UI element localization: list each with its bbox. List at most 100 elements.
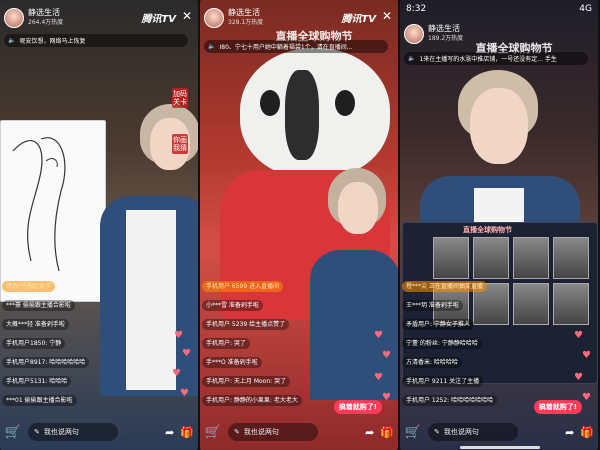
host-face — [338, 182, 378, 234]
livestream-screen-2: 直播全球购物节 静选生活 328.1万热度 腾讯TV ✕ 🔈 I80、宁七十用户… — [200, 0, 398, 450]
game-side-label: 加码关卡 — [172, 88, 188, 108]
comment-item: 手机用户: 静静的小果果: 老大老大 — [202, 395, 302, 406]
photo-cell — [553, 237, 589, 279]
channel-heat: 264.4万热度 — [28, 19, 64, 26]
system-notice: 🔈 1来在主播写的水涨中推店铺，一号还没有定... 手生 — [404, 52, 588, 65]
comment-item: 手机用户: 天上月 Moon: 哭了 — [202, 376, 291, 387]
comment-item: 手机用户 5239 给主播点赞了 — [202, 319, 290, 330]
brand-logo: 腾讯TV — [141, 14, 176, 25]
channel-heat: 189.2万热度 — [428, 35, 464, 42]
floating-hearts: ♥ ♥ ♥ ♥ — [570, 324, 596, 414]
close-icon[interactable]: ✕ — [382, 9, 392, 23]
status-time: 8:32 — [406, 4, 427, 14]
photo-cell — [473, 237, 509, 279]
heart-icon: ♥ — [180, 388, 189, 399]
system-notice: 🔈 I80、宁七十用户她中躺着福袋1个，请在直播间... — [204, 40, 388, 53]
three-livestream-screens: 加码关卡 你画我猜 静选生活 264.4万热度 腾讯TV ✕ 🔈 呢安饮想，网络… — [0, 0, 600, 450]
heart-icon: ♥ — [374, 330, 383, 341]
host-face — [470, 88, 528, 164]
livestream-screen-3: 8:32 4G 直播全球购物节 直播全球购物节 静选生活 189.2万热度 🔈 … — [400, 0, 598, 450]
drawing-board — [0, 120, 106, 302]
comment-item: 手机用户1850: 宁静 — [2, 338, 66, 349]
comment-item: ***01 偷偷跟主播合影啦 — [2, 395, 77, 406]
cart-icon[interactable]: 🛒 — [404, 423, 422, 441]
close-icon[interactable]: ✕ — [182, 9, 192, 23]
share-icon[interactable]: ➦ — [365, 426, 374, 439]
comment-item: 手机用户 1252: 哈哈哈哈哈哈哈 — [402, 395, 498, 406]
heart-icon: ♥ — [182, 348, 191, 359]
livestream-screen-1: 加码关卡 你画我猜 静选生活 264.4万热度 腾讯TV ✕ 🔈 呢安饮想，网络… — [0, 0, 198, 450]
heart-icon: ♥ — [574, 372, 583, 383]
gift-icon[interactable]: 🎁 — [380, 426, 394, 439]
comment-item: 小***雪 准备剁手啦 — [202, 300, 263, 311]
comment-item: 橙***尖 正在直播间抽奖直播 — [402, 281, 487, 292]
comment-input[interactable]: ✎ 我也说两句 — [428, 423, 518, 441]
comment-item: 手机用户5131: 哈哈哈 — [2, 376, 72, 387]
comment-item: 手机用户: 哭了 — [202, 338, 250, 349]
speaker-icon: 🔈 — [208, 43, 216, 50]
comment-list: 橙***尖 正在直播间抽奖直播 王***玥 准备剁手啦 矛盾用户: 宁静女子推人… — [402, 277, 522, 410]
photo-cell — [553, 283, 589, 325]
heart-icon: ♥ — [582, 392, 591, 403]
pen-icon: ✎ — [234, 428, 240, 436]
floating-hearts: ♥ ♥ ♥ ♥ — [370, 324, 396, 414]
channel-heat: 328.1万热度 — [228, 19, 264, 26]
host-shirt — [126, 210, 176, 390]
channel-avatar[interactable] — [204, 8, 224, 28]
share-icon[interactable]: ➦ — [565, 426, 574, 439]
bottom-action-bar: 🛒 ✎ 我也说两句 ➦ 🎁 — [0, 420, 198, 444]
channel-header[interactable]: 静选生活 328.1万热度 腾讯TV ✕ — [204, 6, 394, 30]
comment-input[interactable]: ✎ 我也说两句 — [228, 423, 318, 441]
status-signal: 4G — [579, 4, 592, 14]
comment-list: 请选*不想起名字 ***豪 偷偷跟主播合影啦 大概***轻 准备剁手啦 手机用户… — [2, 277, 122, 410]
floating-hearts: ♥ ♥ ♥ ♥ — [170, 324, 196, 414]
channel-avatar[interactable] — [404, 24, 424, 44]
heart-icon: ♥ — [172, 368, 181, 379]
koala-mascot-eye — [335, 90, 355, 116]
cart-icon[interactable]: 🛒 — [4, 423, 22, 441]
channel-header[interactable]: 静选生活 189.2万热度 — [404, 22, 594, 46]
game-side-label-2: 你画我猜 — [172, 134, 188, 154]
speaker-icon: 🔈 — [408, 55, 416, 62]
koala-mascot-eye — [260, 90, 280, 116]
system-notice: 🔈 呢安饮想，网络马上恢复 — [4, 34, 188, 47]
channel-name: 静选生活 — [428, 24, 460, 33]
home-indicator[interactable] — [460, 446, 540, 449]
share-icon[interactable]: ➦ — [165, 426, 174, 439]
comment-item: 手机用户 9211 关注了主播 — [402, 376, 484, 387]
heart-icon: ♥ — [374, 372, 383, 383]
comment-item: 手机用户8917: 哈哈哈哈哈哈 — [2, 357, 90, 368]
heart-icon: ♥ — [382, 350, 391, 361]
comment-input[interactable]: ✎ 我也说两句 — [28, 423, 118, 441]
comment-item: 手***O 准备剁手啦 — [202, 357, 262, 368]
photo-cell — [433, 237, 469, 279]
pen-icon: ✎ — [34, 428, 40, 436]
bottom-action-bar: 🛒 ✎ 我也说两句 ➦ 🎁 — [200, 420, 398, 444]
comment-item: 方清香米: 哈哈哈哈 — [402, 357, 462, 368]
comment-item: 请选*不想起名字 — [2, 281, 56, 292]
heart-icon: ♥ — [582, 350, 591, 361]
pen-icon: ✎ — [434, 428, 440, 436]
brand-logo: 腾讯TV — [341, 14, 376, 25]
heart-icon: ♥ — [174, 330, 183, 341]
speaker-icon: 🔈 — [8, 37, 16, 44]
photo-cell — [513, 237, 549, 279]
comment-item: 手机用户 6599 进入直播间 — [202, 281, 284, 292]
channel-avatar[interactable] — [4, 8, 24, 28]
channel-name: 静选生活 — [28, 8, 60, 17]
koala-mascot-nose — [285, 70, 319, 160]
channel-name: 静选生活 — [228, 8, 260, 17]
comment-item: 王***玥 准备剁手啦 — [402, 300, 463, 311]
award-board-title: 直播全球购物节 — [463, 226, 512, 234]
bottom-action-bar: 🛒 ✎ 我也说两句 ➦ 🎁 — [400, 420, 598, 444]
comment-list: 手机用户 6599 进入直播间 小***雪 准备剁手啦 手机用户 5239 给主… — [202, 277, 322, 410]
comment-item: 宁董 的粉丝: 宁静静哈哈哈 — [402, 338, 482, 349]
phone-status-bar: 8:32 4G — [406, 2, 592, 16]
channel-header[interactable]: 静选生活 264.4万热度 腾讯TV ✕ — [4, 6, 194, 30]
comment-item: ***豪 偷偷跟主播合影啦 — [2, 300, 75, 311]
comment-item: 矛盾用户: 宁静女子推人 — [402, 319, 474, 330]
gift-icon[interactable]: 🎁 — [580, 426, 594, 439]
gift-icon[interactable]: 🎁 — [180, 426, 194, 439]
heart-icon: ♥ — [382, 392, 391, 403]
cart-icon[interactable]: 🛒 — [204, 423, 222, 441]
